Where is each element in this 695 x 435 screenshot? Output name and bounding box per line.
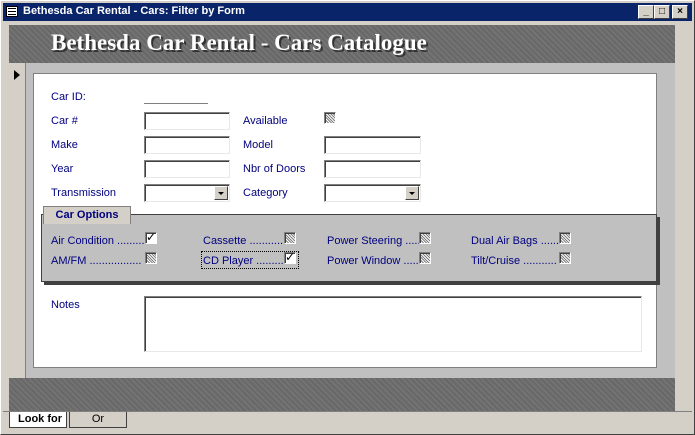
window-side-area bbox=[675, 25, 692, 411]
window-title: Bethesda Car Rental - Cars: Filter by Fo… bbox=[23, 5, 245, 17]
transmission-dropdown-arrow-icon[interactable] bbox=[214, 186, 228, 200]
car-options-group bbox=[41, 214, 657, 282]
car-number-label: Car # bbox=[51, 115, 78, 127]
car-id-field bbox=[144, 103, 208, 104]
make-input[interactable] bbox=[144, 136, 230, 154]
year-input[interactable] bbox=[144, 160, 230, 178]
doors-input[interactable] bbox=[324, 160, 421, 178]
option-label-power-steering: Power Steering ..... bbox=[327, 235, 421, 247]
car-id-label: Car ID: bbox=[51, 91, 86, 103]
title-bar[interactable]: Bethesda Car Rental - Cars: Filter by Fo… bbox=[3, 3, 692, 21]
available-label: Available bbox=[243, 115, 288, 127]
model-input[interactable] bbox=[324, 136, 421, 154]
filter-tabs: Look for Or bbox=[3, 411, 692, 434]
model-label: Model bbox=[243, 139, 273, 151]
option-label-cassette: Cassette ........... bbox=[203, 235, 284, 247]
option-checkbox-power-window[interactable] bbox=[419, 252, 431, 264]
option-checkbox-am-fm[interactable] bbox=[145, 252, 157, 264]
maximize-button[interactable]: □ bbox=[654, 5, 670, 19]
access-window: Bethesda Car Rental - Cars: Filter by Fo… bbox=[0, 0, 695, 435]
option-checkbox-tilt-cruise[interactable] bbox=[559, 252, 571, 264]
car-options-title: Car Options bbox=[43, 206, 131, 224]
category-dropdown-arrow-icon[interactable] bbox=[405, 186, 419, 200]
notes-textarea[interactable] bbox=[144, 296, 642, 352]
option-label-tilt-cruise: Tilt/Cruise ........... bbox=[471, 255, 557, 267]
close-button[interactable]: × bbox=[672, 5, 688, 19]
tab-or[interactable]: Or bbox=[69, 412, 127, 428]
category-label: Category bbox=[243, 187, 288, 199]
year-label: Year bbox=[51, 163, 74, 175]
option-checkbox-cd-player[interactable] bbox=[284, 250, 296, 264]
transmission-label: Transmission bbox=[51, 187, 116, 199]
option-checkbox-air-condition[interactable] bbox=[145, 230, 157, 244]
make-label: Make bbox=[51, 139, 78, 151]
tab-look-for[interactable]: Look for bbox=[9, 412, 67, 428]
option-label-air-condition: Air Condition ......... bbox=[51, 235, 145, 247]
form-icon bbox=[6, 6, 18, 17]
record-selector[interactable] bbox=[9, 63, 26, 378]
form-footer bbox=[9, 378, 675, 411]
option-label-power-window: Power Window ..... bbox=[327, 255, 419, 267]
car-number-input[interactable] bbox=[144, 112, 230, 130]
transmission-combo[interactable] bbox=[144, 184, 230, 202]
option-checkbox-cassette[interactable] bbox=[284, 232, 296, 244]
form-header-title: Bethesda Car Rental - Cars Catalogue bbox=[51, 30, 427, 55]
category-combo[interactable] bbox=[324, 184, 421, 202]
notes-label: Notes bbox=[51, 299, 80, 311]
available-checkbox[interactable] bbox=[324, 112, 336, 124]
doors-label: Nbr of Doors bbox=[243, 163, 306, 175]
minimize-button[interactable]: _ bbox=[638, 5, 654, 19]
current-record-arrow-icon bbox=[14, 70, 20, 80]
option-label-dual-air-bags: Dual Air Bags ...... bbox=[471, 235, 560, 247]
option-checkbox-power-steering[interactable] bbox=[419, 232, 431, 244]
option-label-am-fm: AM/FM ................. bbox=[51, 255, 142, 267]
option-checkbox-dual-air-bags[interactable] bbox=[559, 232, 571, 244]
option-label-cd-player: CD Player ......... bbox=[203, 255, 284, 267]
